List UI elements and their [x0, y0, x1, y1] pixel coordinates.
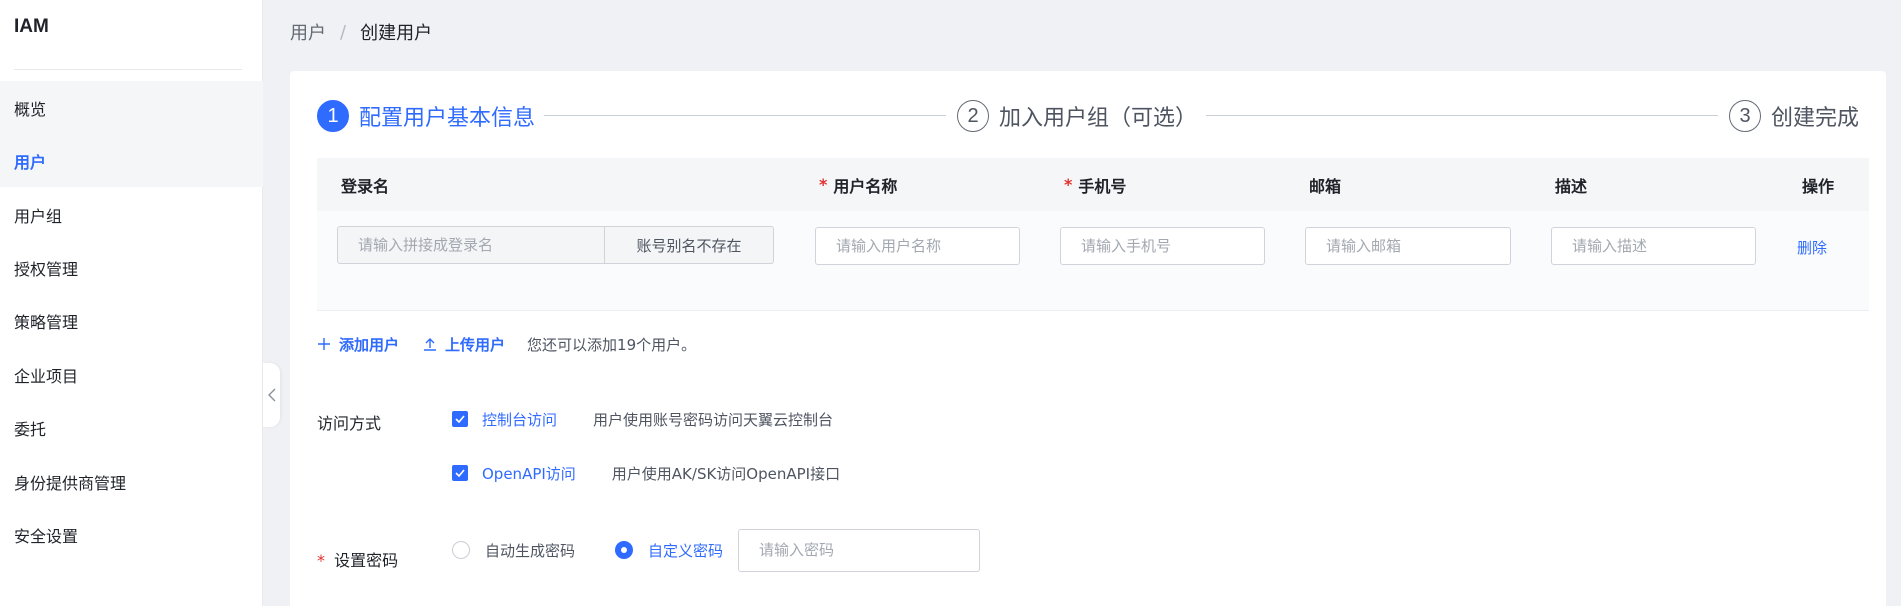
breadcrumb: 用户 / 创建用户 — [290, 19, 433, 45]
remaining-users-hint: 您还可以添加19个用户。 — [527, 335, 697, 354]
step-connector-1 — [544, 115, 946, 116]
required-mark: * — [819, 175, 828, 194]
openapi-access-option: OpenAPI访问 用户使用AK/SK访问OpenAPI接口 — [452, 461, 840, 485]
sidebar-collapse-button[interactable] — [263, 363, 280, 427]
password-input[interactable] — [738, 528, 981, 572]
username-input[interactable] — [815, 227, 1020, 265]
step-connector-2 — [1206, 115, 1718, 116]
step-2-label: 加入用户组（可选） — [999, 106, 1198, 131]
console-access-desc: 用户使用账号密码访问天翼云控制台 — [593, 410, 834, 429]
step-3-number: 3 — [1729, 100, 1761, 132]
table-row: 账号别名不存在 删除 — [317, 211, 1869, 311]
sidebar-item-identity-providers[interactable]: 身份提供商管理 — [0, 455, 263, 508]
chevron-left-icon — [267, 388, 275, 402]
phone-input[interactable] — [1060, 227, 1265, 265]
console-access-label[interactable]: 控制台访问 — [482, 409, 557, 430]
column-login-name: 登录名 — [341, 176, 390, 196]
sidebar-item-policies[interactable]: 策略管理 — [0, 294, 263, 347]
column-phone: * 手机号 — [1064, 175, 1127, 196]
plus-icon — [318, 338, 330, 350]
openapi-access-checkbox[interactable] — [452, 465, 468, 481]
login-name-input[interactable] — [337, 226, 605, 264]
add-user-button[interactable]: 添加用户 — [317, 334, 399, 355]
sidebar-item-enterprise-projects[interactable]: 企业项目 — [0, 348, 263, 401]
user-table-header: 登录名 * 用户名称 * 手机号 邮箱 描述 操作 — [317, 158, 1869, 211]
breadcrumb-users-link[interactable]: 用户 — [290, 19, 326, 45]
column-description: 描述 — [1555, 176, 1588, 196]
check-icon — [455, 469, 465, 477]
breadcrumb-separator: / — [340, 21, 347, 43]
sidebar-item-user-groups[interactable]: 用户组 — [0, 188, 263, 241]
step-3: 3 创建完成 — [1729, 98, 1859, 134]
account-alias-suffix: 账号别名不存在 — [605, 226, 774, 264]
login-name-group: 账号别名不存在 — [337, 226, 774, 264]
openapi-access-label[interactable]: OpenAPI访问 — [482, 463, 576, 484]
sidebar-item-agency[interactable]: 委托 — [0, 401, 263, 454]
sidebar-item-authorization[interactable]: 授权管理 — [0, 241, 263, 294]
check-icon — [455, 415, 465, 423]
custom-password-radio[interactable] — [615, 541, 634, 559]
column-email: 邮箱 — [1309, 176, 1342, 196]
console-access-option: 控制台访问 用户使用账号密码访问天翼云控制台 — [452, 407, 833, 431]
set-password-label: * 设置密码 — [317, 551, 399, 570]
sidebar-divider — [14, 69, 242, 70]
create-user-card: 1 配置用户基本信息 2 加入用户组（可选） 3 创建完成 登录名 * 用户名称… — [290, 71, 1886, 606]
console-access-checkbox[interactable] — [452, 411, 468, 427]
upload-icon — [424, 338, 437, 351]
breadcrumb-current: 创建用户 — [360, 23, 433, 44]
description-input[interactable] — [1551, 227, 1756, 265]
step-1: 1 配置用户基本信息 — [317, 98, 535, 134]
step-2-number: 2 — [957, 100, 989, 132]
openapi-access-desc: 用户使用AK/SK访问OpenAPI接口 — [611, 464, 841, 483]
sidebar-item-overview[interactable]: 概览 — [0, 81, 263, 134]
step-2: 2 加入用户组（可选） — [957, 98, 1197, 134]
email-input[interactable] — [1305, 227, 1511, 265]
column-username: * 用户名称 — [819, 175, 898, 196]
auto-password-label[interactable]: 自动生成密码 — [485, 540, 575, 561]
sidebar-item-security-settings[interactable]: 安全设置 — [0, 508, 263, 561]
upload-user-button[interactable]: 上传用户 — [423, 334, 505, 355]
column-operation: 操作 — [1802, 176, 1835, 196]
app-title: IAM — [14, 16, 49, 37]
access-method-label: 访问方式 — [317, 414, 382, 433]
required-mark: * — [1064, 175, 1073, 194]
step-3-label: 创建完成 — [1771, 106, 1860, 131]
required-mark: * — [317, 551, 325, 570]
step-1-label: 配置用户基本信息 — [359, 106, 536, 131]
auto-password-radio[interactable] — [452, 541, 470, 559]
sidebar: IAM 概览 用户 用户组 授权管理 策略管理 企业项目 委托 身份提供商管理 … — [0, 0, 263, 606]
custom-password-label[interactable]: 自定义密码 — [648, 540, 723, 561]
delete-row-link[interactable]: 删除 — [1797, 237, 1827, 258]
sidebar-item-users[interactable]: 用户 — [0, 134, 263, 187]
password-mode-group: 自动生成密码 自定义密码 — [452, 528, 981, 572]
table-actions: 添加用户 上传用户 您还可以添加19个用户。 — [317, 332, 696, 356]
step-1-number: 1 — [317, 100, 349, 132]
